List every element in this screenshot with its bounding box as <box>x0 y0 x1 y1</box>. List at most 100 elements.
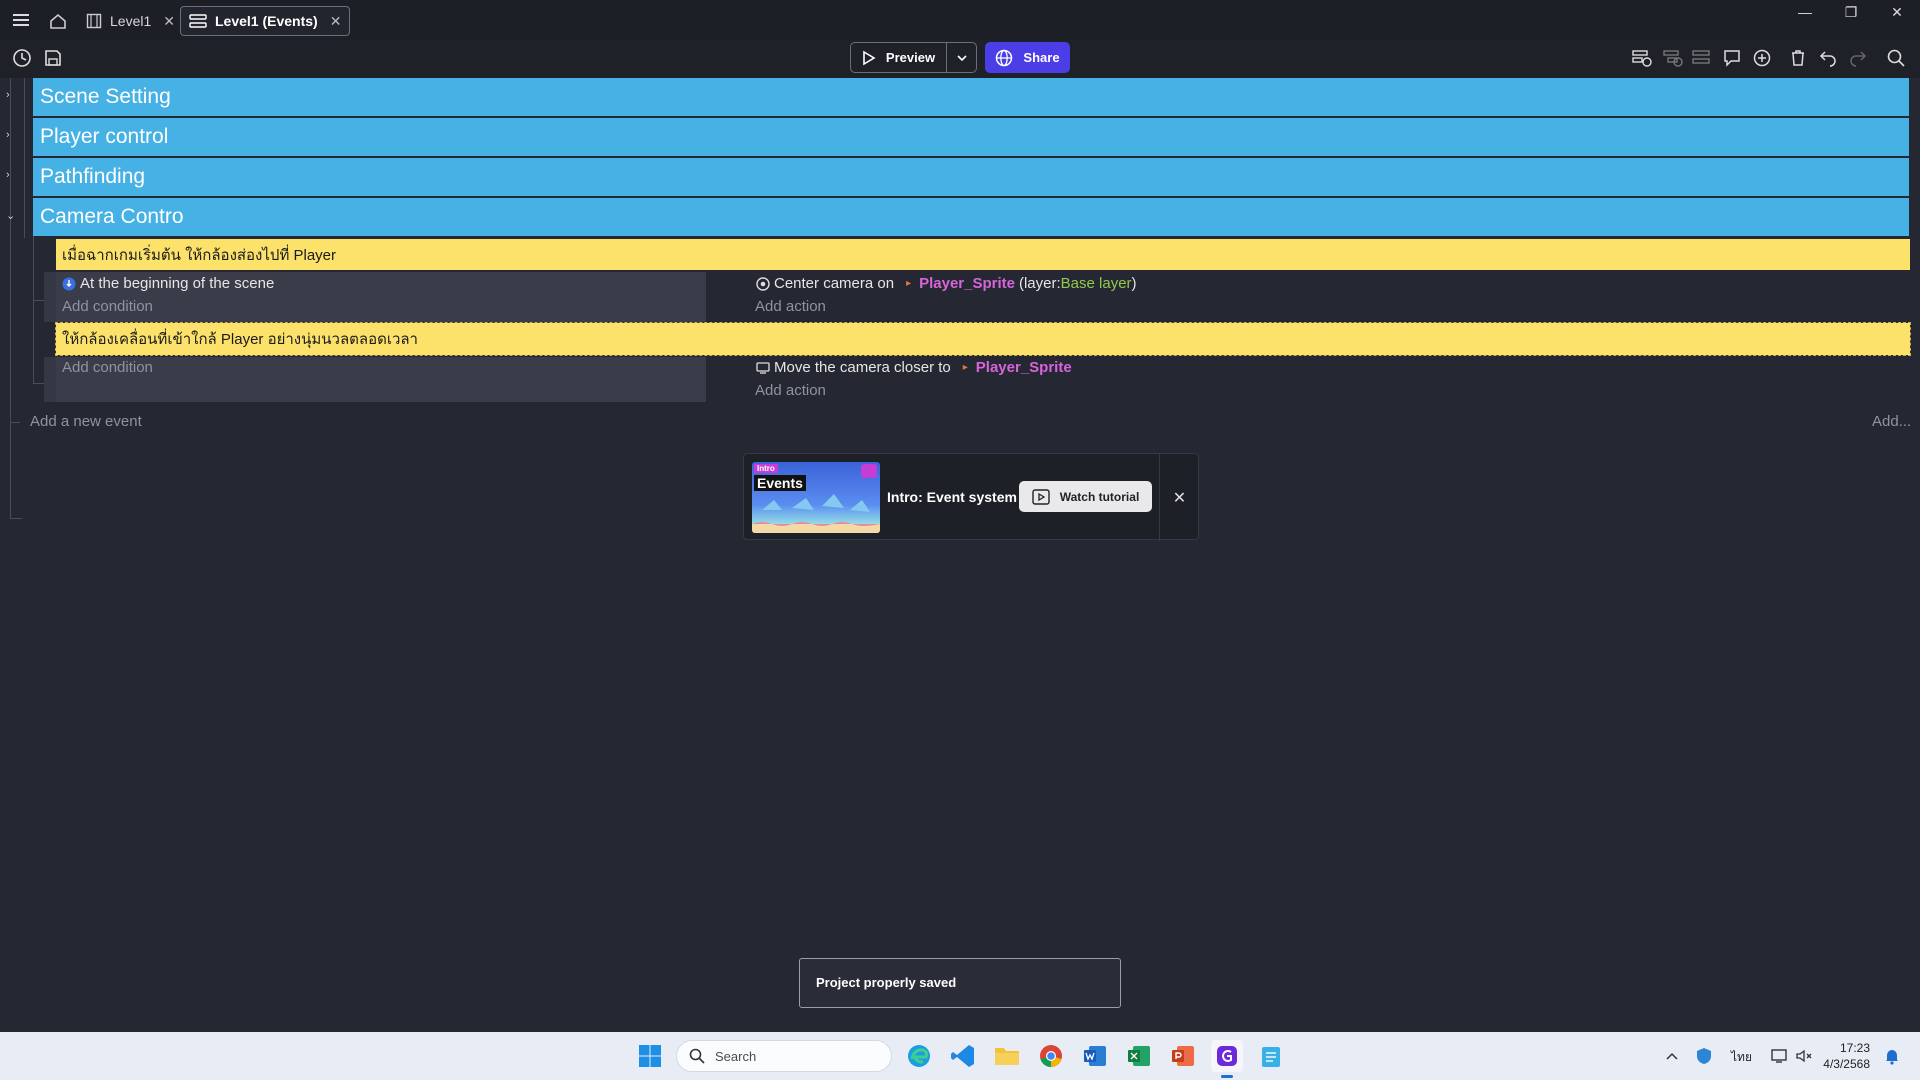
event-row: At the beginning of the scene Add condit… <box>44 272 1910 322</box>
tree-line <box>33 383 44 384</box>
notepad-icon[interactable] <box>1255 1040 1287 1072</box>
add-condition-link[interactable]: Add condition <box>62 298 153 315</box>
taskbar-search[interactable]: Search <box>676 1040 892 1072</box>
preview-button[interactable]: Preview <box>851 43 947 72</box>
chevron-right-icon[interactable]: › <box>6 129 18 141</box>
chevron-down-icon[interactable]: ⌄ <box>6 209 18 222</box>
conditions-column: At the beginning of the scene Add condit… <box>44 272 706 322</box>
chevron-down-icon <box>956 54 967 61</box>
conditions-column: Add condition <box>44 357 706 402</box>
add-comment-icon[interactable] <box>1720 46 1744 70</box>
group-pathfinding[interactable]: Pathfinding <box>33 158 1909 196</box>
menu-icon[interactable] <box>10 10 32 30</box>
action-item[interactable]: Center camera on ▸ Player_Sprite (layer:… <box>756 275 1137 292</box>
history-icon[interactable] <box>10 46 34 70</box>
notification-bell-icon[interactable] <box>1876 1040 1908 1072</box>
action-layer-close: ) <box>1131 275 1137 292</box>
group-player-control[interactable]: Player control <box>33 118 1909 156</box>
save-icon[interactable] <box>41 46 65 70</box>
condition-text: At the beginning of the scene <box>80 275 275 292</box>
tree-line <box>33 300 44 301</box>
tab-level1[interactable]: Level1 ✕ <box>78 6 183 36</box>
powerpoint-icon[interactable] <box>1167 1040 1199 1072</box>
clock-time[interactable]: 17:23 <box>1820 1041 1870 1055</box>
object-bullet: ▸ <box>962 362 968 373</box>
tree-line <box>10 78 11 518</box>
excel-icon[interactable] <box>1123 1040 1155 1072</box>
preview-label: Preview <box>885 50 936 65</box>
gdevelop-icon[interactable] <box>1211 1040 1243 1078</box>
windows-start-icon[interactable] <box>634 1040 666 1072</box>
add-subevent-icon[interactable] <box>1661 46 1685 70</box>
scene-start-icon <box>62 277 76 290</box>
tab-level1-events[interactable]: Level1 (Events) ✕ <box>180 6 351 36</box>
event-comment[interactable]: เมื่อฉากเกมเริ่มต้น ให้กล้องส่องไปที่ Pl… <box>56 239 1910 270</box>
tutorial-thumbnail[interactable]: Intro Events <box>752 462 880 533</box>
object-bullet: ▸ <box>906 278 912 289</box>
tree-line <box>10 422 20 423</box>
defender-icon[interactable] <box>1688 1040 1720 1072</box>
tutorial-banner: Intro Events Intro: Event system Watch t… <box>743 453 1199 541</box>
tree-line <box>33 236 34 384</box>
minimize-button[interactable]: — <box>1782 0 1828 24</box>
action-text: Move the camera closer to <box>774 359 951 376</box>
condition-item[interactable]: At the beginning of the scene <box>62 275 274 292</box>
watch-tutorial-button[interactable]: Watch tutorial <box>1019 481 1152 512</box>
window-close-button[interactable]: ✕ <box>1874 0 1920 24</box>
close-icon[interactable]: ✕ <box>1159 454 1199 541</box>
add-condition-link[interactable]: Add condition <box>62 359 153 376</box>
tab-label: Level1 <box>110 13 152 29</box>
vscode-icon[interactable] <box>947 1040 979 1072</box>
camera-icon <box>756 276 770 291</box>
event-comment[interactable]: ให้กล้องเคลื่อนที่เข้าใกล้ Player อย่างน… <box>55 322 1911 356</box>
share-label: Share <box>1023 50 1060 65</box>
actions-column: Center camera on ▸ Player_Sprite (layer:… <box>706 272 1910 322</box>
close-icon[interactable]: ✕ <box>163 13 175 30</box>
clock-date[interactable]: 4/3/2568 <box>1812 1057 1870 1071</box>
taskbar: Search ไทย 17:23 4/3/2568 <box>0 1032 1920 1080</box>
add-action-link[interactable]: Add action <box>755 382 826 399</box>
tree-line <box>10 518 22 519</box>
chevron-right-icon[interactable]: › <box>6 169 18 181</box>
scene-icon <box>86 13 102 29</box>
chevron-up-icon[interactable] <box>1656 1040 1688 1072</box>
watch-label: Watch tutorial <box>1059 489 1140 504</box>
language-indicator[interactable]: ไทย <box>1728 1048 1752 1067</box>
sharks-illustration <box>752 494 880 533</box>
tutorial-title: Intro: Event system <box>887 489 1017 505</box>
add-action-link[interactable]: Add action <box>755 298 826 315</box>
home-tab[interactable] <box>44 6 74 36</box>
chevron-right-icon[interactable]: › <box>6 89 18 101</box>
events-icon <box>189 14 207 28</box>
title-bar: Level1 ✕ Level1 (Events) ✕ — ❐ ✕ <box>0 0 1920 40</box>
file-explorer-icon[interactable] <box>991 1040 1023 1072</box>
camera-move-icon <box>756 361 770 374</box>
redo-icon[interactable] <box>1846 46 1870 70</box>
search-icon <box>689 1048 705 1064</box>
search-icon[interactable] <box>1884 46 1908 70</box>
close-icon[interactable]: ✕ <box>330 13 342 30</box>
action-item[interactable]: Move the camera closer to ▸ Player_Sprit… <box>756 359 1072 376</box>
add-other-icon[interactable] <box>1690 46 1714 70</box>
action-layer-open: (layer: <box>1018 275 1061 292</box>
play-icon <box>863 50 876 65</box>
globe-icon <box>996 49 1013 66</box>
add-more-icon[interactable] <box>1750 46 1774 70</box>
undo-icon[interactable] <box>1816 46 1840 70</box>
search-placeholder: Search <box>715 1048 757 1064</box>
restore-button[interactable]: ❐ <box>1828 0 1874 24</box>
add-new-event-link[interactable]: Add a new event <box>30 413 142 430</box>
preview-dropdown-button[interactable] <box>947 43 976 72</box>
object-name: Player_Sprite <box>975 359 1072 376</box>
word-icon[interactable] <box>1079 1040 1111 1072</box>
actions-column: Move the camera closer to ▸ Player_Sprit… <box>706 357 1910 402</box>
add-more-link[interactable]: Add... <box>1872 413 1911 430</box>
tab-label: Level1 (Events) <box>215 13 318 29</box>
edge-icon[interactable] <box>903 1040 935 1072</box>
group-scene-setting[interactable]: Scene Setting <box>33 78 1909 116</box>
group-camera-control[interactable]: Camera Contro <box>33 198 1909 236</box>
add-event-icon[interactable] <box>1630 46 1654 70</box>
chrome-icon[interactable] <box>1035 1040 1067 1072</box>
delete-icon[interactable] <box>1786 46 1810 70</box>
share-button[interactable]: Share <box>985 42 1070 73</box>
